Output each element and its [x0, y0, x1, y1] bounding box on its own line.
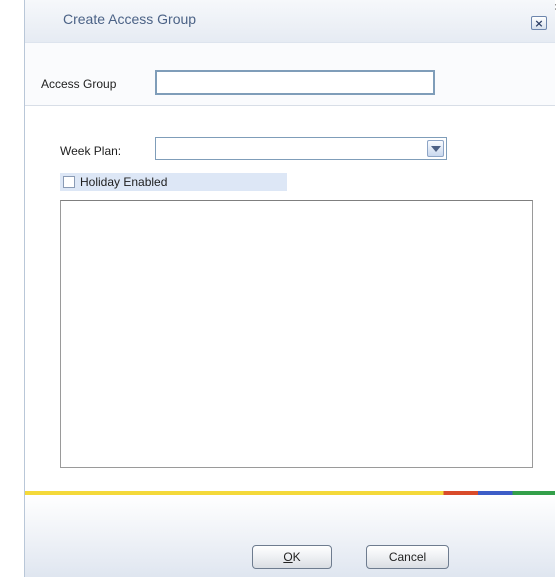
- week-plan-label: Week Plan:: [60, 144, 122, 158]
- cancel-button[interactable]: Cancel: [366, 545, 449, 569]
- ok-label-rest: K: [292, 550, 301, 564]
- holiday-enabled-label: Holiday Enabled: [80, 175, 168, 189]
- title-bar: Create Access Group ×: [25, 0, 555, 43]
- close-icon[interactable]: ×: [531, 16, 547, 30]
- holiday-enabled-checkbox[interactable]: [63, 176, 75, 188]
- chevron-down-icon[interactable]: [427, 140, 444, 157]
- holiday-list[interactable]: [60, 200, 533, 468]
- week-plan-select[interactable]: [155, 137, 447, 160]
- holiday-enabled-row[interactable]: Holiday Enabled: [60, 173, 287, 191]
- dialog-title: Create Access Group: [63, 11, 197, 27]
- ok-button[interactable]: OK: [252, 545, 332, 569]
- access-group-label: Access Group: [41, 77, 117, 91]
- ok-mnemonic: O: [283, 550, 293, 564]
- access-group-input[interactable]: [155, 70, 435, 95]
